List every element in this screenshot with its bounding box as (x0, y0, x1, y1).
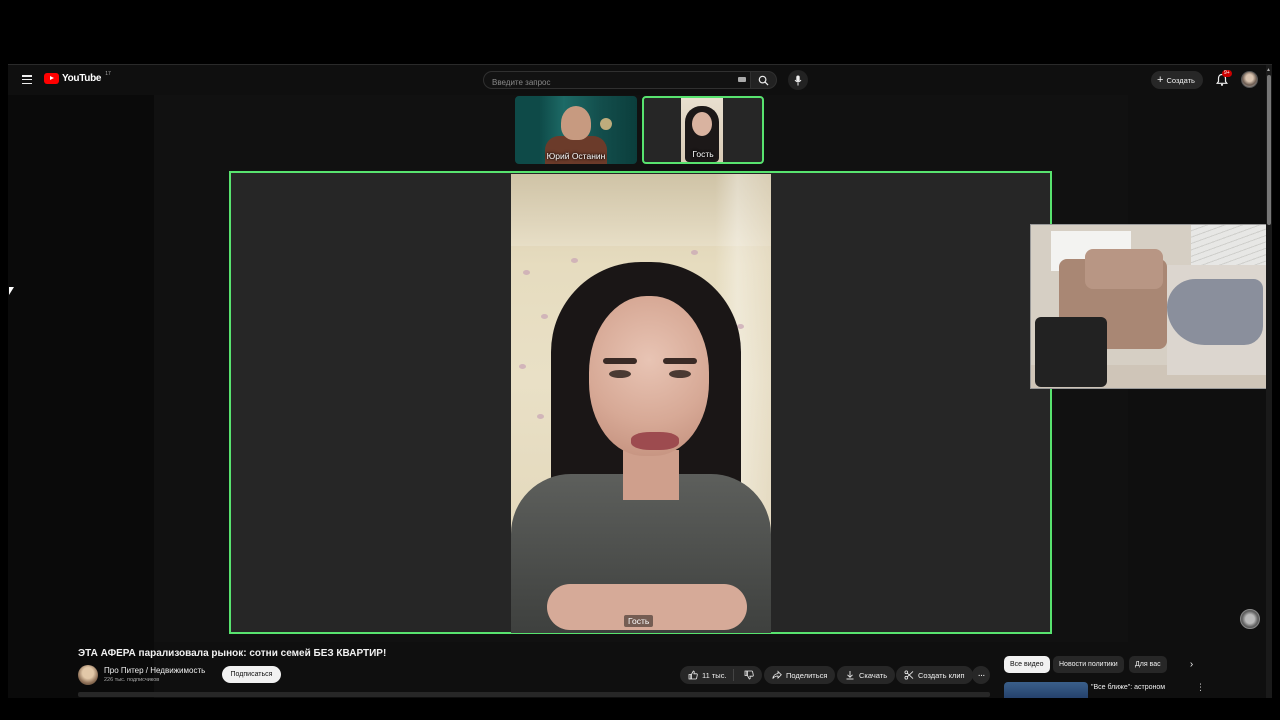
overlay-room-video (1030, 224, 1272, 389)
search-input[interactable] (484, 74, 750, 91)
chip-politics-news[interactable]: Новости политики (1053, 656, 1124, 673)
wallpaper-pattern (541, 314, 548, 319)
description-placeholder-bar (78, 692, 990, 697)
wallpaper-pattern (691, 250, 698, 255)
more-actions-button[interactable]: ··· (972, 666, 990, 684)
chip-all-videos[interactable]: Все видео (1004, 656, 1050, 673)
masthead: YouTube 17 + Создать 9+ (8, 65, 1272, 95)
scissors-icon (904, 670, 914, 680)
speaker-mouth (631, 432, 679, 450)
clip-label: Создать клип (918, 670, 965, 680)
speaker-eyebrow (603, 358, 637, 364)
participant-name: Гость (692, 149, 714, 159)
create-label: Создать (1166, 75, 1195, 85)
menu-icon[interactable] (22, 75, 32, 84)
channel-avatar[interactable] (78, 665, 98, 685)
share-button[interactable]: Поделиться (764, 666, 836, 684)
participant-tile-1[interactable]: Юрий Останин (515, 96, 637, 164)
browser-frame: YouTube 17 + Создать 9+ Юрий Останин (8, 64, 1272, 698)
thumbs-up-icon (688, 670, 698, 680)
like-count: 11 тыс. (702, 670, 727, 680)
room-chair (1035, 317, 1107, 387)
main-speaker-stage: Гость (229, 171, 1052, 634)
lamp-glow (600, 118, 612, 130)
thumbs-down-icon (744, 670, 754, 680)
video-title: ЭТА АФЕРА парализовала рынок: сотни семе… (78, 648, 387, 659)
logo-country-sup: 17 (105, 70, 111, 77)
wallpaper-pattern (519, 364, 526, 369)
recommendation-title[interactable]: "Все ближе": астроном (1091, 683, 1191, 693)
mouse-cursor-icon (9, 287, 14, 295)
like-dislike-group: 11 тыс. (680, 666, 762, 684)
subscribe-button[interactable]: Подписаться (222, 666, 281, 683)
microphone-icon (794, 75, 802, 85)
letterbox-top (0, 0, 1280, 64)
youtube-logo[interactable]: YouTube 17 (44, 70, 111, 84)
participant-name: Юрий Останин (546, 151, 606, 161)
download-label: Скачать (859, 670, 888, 680)
keyboard-icon[interactable] (738, 77, 746, 82)
wallpaper-pattern (537, 414, 544, 419)
play-logo-icon (44, 73, 59, 84)
voice-search-button[interactable] (788, 70, 808, 90)
share-arrow-icon (772, 670, 782, 679)
channel-name[interactable]: Про Питер / Недвижимость (104, 666, 205, 675)
subscriber-count: 226 тыс. подписчиков (104, 677, 160, 683)
create-button[interactable]: + Создать (1151, 71, 1203, 89)
wallpaper-pattern (523, 270, 530, 275)
create-clip-button[interactable]: Создать клип (896, 666, 973, 684)
chevron-right-icon[interactable]: › (1183, 656, 1200, 673)
speaker-video (511, 174, 771, 633)
logo-text: YouTube (62, 73, 102, 84)
recommendation-thumbnail[interactable] (1004, 682, 1088, 698)
wallpaper-pattern (571, 258, 578, 263)
room-sofa-back (1085, 249, 1163, 289)
scrollbar-thumb[interactable] (1267, 75, 1271, 225)
account-avatar[interactable] (1241, 71, 1258, 88)
search-box (483, 71, 751, 91)
chip-for-you[interactable]: Для вас (1129, 656, 1167, 673)
like-button[interactable]: 11 тыс. (680, 669, 734, 681)
speaker-eye (669, 370, 691, 378)
room-blanket (1167, 279, 1263, 345)
scroll-up-arrow-icon[interactable]: ▲ (1266, 67, 1271, 73)
speaker-eyebrow (663, 358, 697, 364)
left-margin (8, 95, 154, 698)
plus-icon: + (1157, 73, 1164, 86)
search-icon (758, 75, 769, 86)
share-label: Поделиться (786, 670, 828, 680)
download-button[interactable]: Скачать (837, 666, 896, 684)
speaker-neck (623, 450, 679, 500)
vertical-dots-icon[interactable]: ⋮ (1196, 682, 1205, 693)
dislike-button[interactable] (738, 670, 762, 680)
download-icon (846, 671, 854, 680)
speaker-eye (609, 370, 631, 378)
participant-face (692, 112, 712, 136)
page-scrollbar[interactable]: ▲ (1266, 65, 1272, 698)
participant-face (561, 106, 591, 140)
speaker-name-label: Гость (624, 615, 654, 627)
notification-badge: 9+ (1222, 70, 1232, 77)
letterbox-bottom (0, 698, 1280, 720)
participant-tile-2[interactable]: Гость (642, 96, 764, 164)
search-button[interactable] (750, 71, 777, 89)
floating-avatar-button[interactable] (1240, 609, 1260, 629)
